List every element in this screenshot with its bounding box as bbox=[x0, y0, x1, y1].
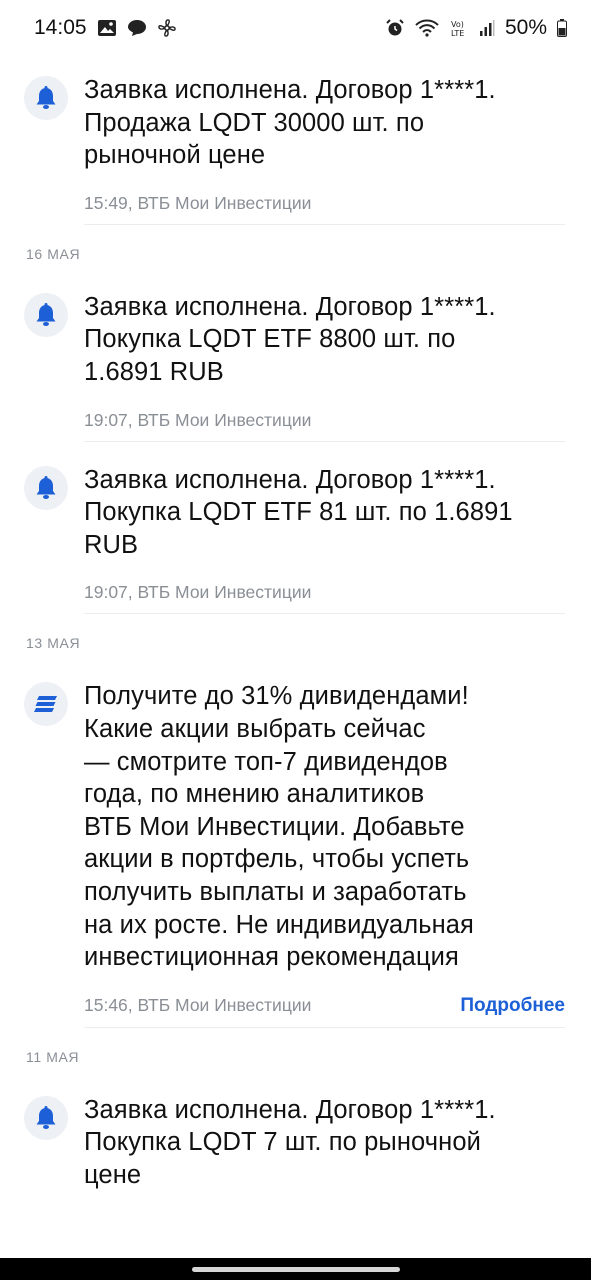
status-bar-right: Vo) LTE 50% bbox=[385, 16, 567, 40]
date-header: 11 МАЯ bbox=[26, 1048, 80, 1065]
signal-icon bbox=[479, 19, 495, 37]
battery-icon bbox=[557, 19, 567, 37]
home-gesture-handle[interactable] bbox=[191, 1266, 400, 1272]
navigation-bar bbox=[0, 1258, 591, 1280]
bell-icon bbox=[24, 1095, 68, 1140]
notification-item[interactable]: Заявка исполнена. Договор 1****1. Покупк… bbox=[0, 283, 591, 441]
more-details-link[interactable]: Подробнее bbox=[460, 995, 565, 1017]
alarm-icon bbox=[385, 18, 405, 38]
svg-text:LTE: LTE bbox=[451, 29, 464, 38]
chat-bubble-icon bbox=[127, 19, 147, 37]
battery-percent: 50% bbox=[504, 16, 547, 39]
notification-item[interactable]: Заявка исполнена. Договор 1****1. Покупк… bbox=[0, 442, 591, 614]
notification-feed[interactable]: Заявка исполнена. Договор 1****1. Продаж… bbox=[0, 56, 591, 1191]
date-header: 16 МАЯ bbox=[26, 245, 81, 262]
notification-item[interactable]: Заявка исполнена. Договор 1****1. Продаж… bbox=[0, 56, 591, 224]
notification-text: Заявка исполнена. Договор 1****1. Покупк… bbox=[84, 465, 513, 559]
notification-text: Заявка исполнена. Договор 1****1. Покупк… bbox=[84, 292, 496, 386]
gallery-icon bbox=[97, 19, 117, 37]
bell-icon bbox=[24, 465, 68, 510]
notification-timestamp: 15:49, ВТБ Мои Инвестиции bbox=[84, 192, 312, 213]
notification-text: Заявка исполнена. Договор 1****1. Покупк… bbox=[84, 1095, 496, 1189]
bell-icon bbox=[24, 292, 68, 337]
notification-meta: 15:49, ВТБ Мои Инвестиции bbox=[84, 193, 565, 224]
notification-timestamp: 15:46, ВТБ Мои Инвестиции bbox=[84, 995, 312, 1016]
notification-item[interactable]: Получите до 31% дивидендами! Какие акции… bbox=[0, 672, 591, 1026]
volte-icon: Vo) LTE bbox=[449, 18, 469, 38]
notification-meta: 19:07, ВТБ Мои Инвестиции bbox=[84, 582, 565, 613]
svg-text:Vo): Vo) bbox=[451, 20, 464, 29]
fan-icon bbox=[157, 18, 177, 38]
wifi-icon bbox=[415, 19, 439, 37]
notification-meta: 19:07, ВТБ Мои Инвестиции bbox=[84, 410, 565, 441]
notification-timestamp: 19:07, ВТБ Мои Инвестиции bbox=[84, 582, 312, 603]
notification-text: Заявка исполнена. Договор 1****1. Продаж… bbox=[84, 76, 496, 170]
status-bar: 14:05 Vo) LTE 50% bbox=[0, 0, 591, 56]
date-header: 13 МАЯ bbox=[26, 635, 81, 652]
notification-meta: 15:46, ВТБ Мои Инвестиции Подробнее bbox=[84, 995, 565, 1027]
bell-icon bbox=[24, 76, 68, 120]
notification-timestamp: 19:07, ВТБ Мои Инвестиции bbox=[84, 409, 312, 430]
status-bar-left: 14:05 bbox=[34, 16, 177, 40]
notification-item[interactable]: Заявка исполнена. Договор 1****1. Покупк… bbox=[0, 1086, 591, 1192]
notification-text: Получите до 31% дивидендами! Какие акции… bbox=[84, 682, 474, 972]
clock: 14:05 bbox=[34, 16, 87, 39]
vtb-logo-icon bbox=[24, 682, 68, 727]
